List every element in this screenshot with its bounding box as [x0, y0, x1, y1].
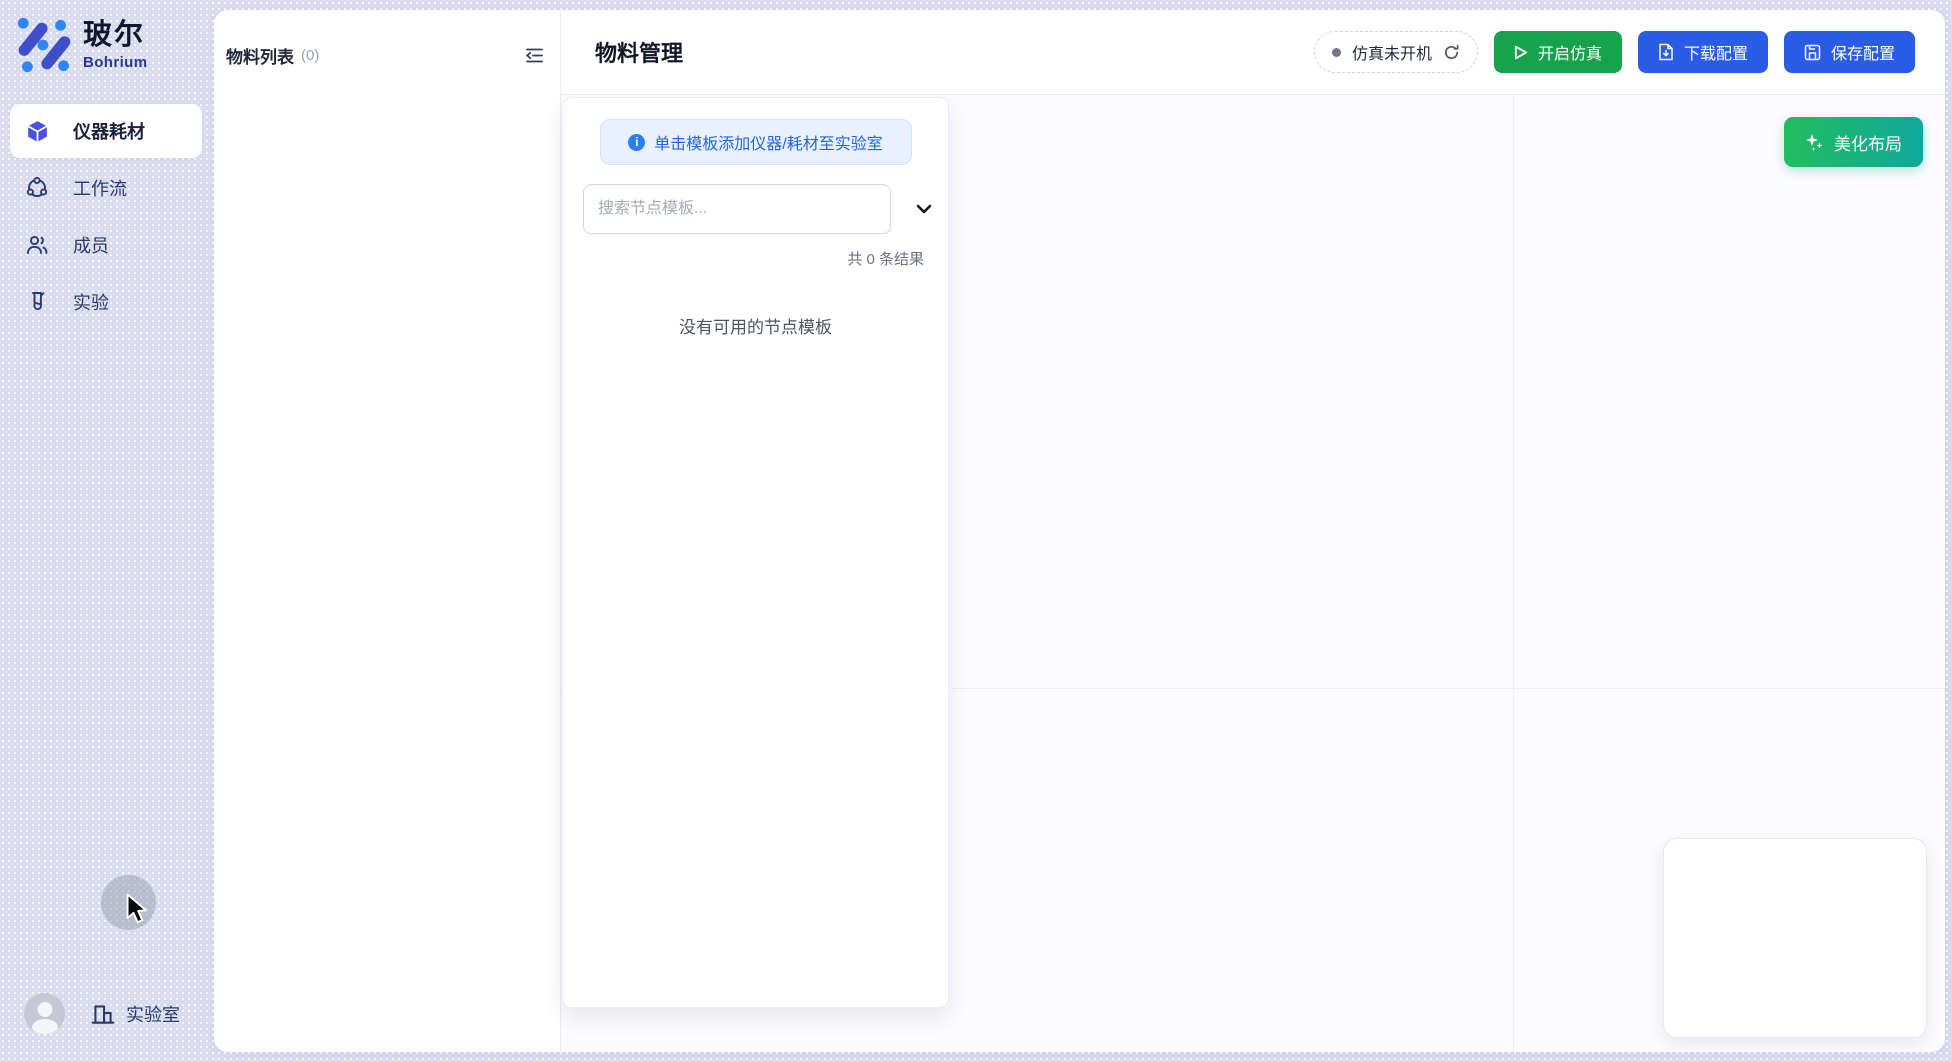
header-actions: 仿真未开机 开启仿真 — [1314, 31, 1915, 73]
result-count: 共 0 条结果 — [563, 248, 948, 269]
file-download-icon — [1658, 43, 1674, 61]
info-icon: i — [628, 134, 645, 151]
sparkles-icon — [1805, 133, 1824, 152]
simulation-status-pill[interactable]: 仿真未开机 — [1314, 31, 1478, 73]
sidebar-footer: 实验室 — [24, 993, 180, 1034]
refresh-icon[interactable] — [1443, 44, 1460, 61]
sidebar-menu: 仪器耗材 工作流 成员 — [10, 104, 202, 332]
start-simulation-button[interactable]: 开启仿真 — [1494, 31, 1622, 73]
building-icon — [90, 1001, 116, 1027]
brand-name: 玻尔 Bohrium — [83, 21, 147, 70]
simulation-status-label: 仿真未开机 — [1352, 40, 1432, 64]
brand-name-zh: 玻尔 — [83, 21, 147, 50]
workflow-canvas[interactable]: i 单击模板添加仪器/耗材至实验室 共 0 条结果 没有可用的节点模板 — [561, 95, 1945, 1052]
cube-icon — [24, 118, 50, 144]
empty-template-message: 没有可用的节点模板 — [563, 313, 948, 338]
search-input[interactable] — [583, 184, 891, 234]
workflow-icon — [24, 175, 50, 201]
beautify-layout-button[interactable]: 美化布局 — [1784, 117, 1923, 167]
save-config-button[interactable]: 保存配置 — [1784, 31, 1915, 73]
members-icon — [24, 232, 50, 258]
user-avatar[interactable] — [24, 993, 65, 1034]
material-list-count: (0) — [301, 47, 319, 64]
download-config-button[interactable]: 下载配置 — [1638, 31, 1768, 73]
material-list-header: 物料列表 (0) — [214, 10, 560, 68]
sidebar-item-label: 工作流 — [73, 175, 127, 201]
mouse-cursor — [124, 893, 152, 925]
play-icon — [1514, 45, 1528, 60]
save-config-label: 保存配置 — [1831, 40, 1895, 64]
material-list-panel: 物料列表 (0) — [214, 10, 560, 1052]
status-dot-icon — [1332, 48, 1341, 57]
sidebar-item-label: 成员 — [73, 232, 109, 258]
page-header: 物料管理 仿真未开机 — [561, 10, 1945, 95]
download-config-label: 下载配置 — [1684, 40, 1748, 64]
palette-tip-badge: i 单击模板添加仪器/耗材至实验室 — [600, 119, 912, 165]
start-simulation-label: 开启仿真 — [1538, 40, 1602, 64]
brand-logo[interactable]: 玻尔 Bohrium — [16, 16, 147, 74]
sidebar-item-workflow[interactable]: 工作流 — [10, 161, 202, 215]
palette-search-row — [583, 184, 948, 234]
sidebar-item-lab[interactable]: 实验室 — [90, 1001, 180, 1027]
minimap-panel[interactable] — [1663, 838, 1927, 1038]
sidebar-footer-label: 实验室 — [126, 1001, 180, 1027]
content-card: 物料列表 (0) 物料管理 仿真未开机 — [214, 10, 1945, 1052]
sidebar-item-label: 仪器耗材 — [73, 118, 145, 144]
sidebar-item-experiments[interactable]: 实验 — [10, 275, 202, 329]
chevron-down-icon[interactable] — [916, 204, 932, 214]
canvas-grid-line-vertical — [1513, 95, 1514, 1052]
brand-name-en: Bohrium — [83, 55, 147, 70]
collapse-panel-icon[interactable] — [521, 42, 547, 68]
bohrium-logo-icon — [16, 16, 74, 74]
save-icon — [1804, 44, 1821, 61]
sidebar-item-label: 实验 — [73, 289, 109, 315]
page-title: 物料管理 — [595, 36, 683, 68]
material-list-title: 物料列表 — [226, 43, 294, 68]
node-template-palette: i 单击模板添加仪器/耗材至实验室 共 0 条结果 没有可用的节点模板 — [562, 97, 949, 1008]
main-area: 物料管理 仿真未开机 — [561, 10, 1945, 1052]
sidebar-item-instruments[interactable]: 仪器耗材 — [10, 104, 202, 158]
experiment-icon — [24, 289, 50, 315]
beautify-layout-label: 美化布局 — [1834, 130, 1902, 155]
sidebar-item-members[interactable]: 成员 — [10, 218, 202, 272]
palette-tip-text: 单击模板添加仪器/耗材至实验室 — [654, 130, 882, 154]
